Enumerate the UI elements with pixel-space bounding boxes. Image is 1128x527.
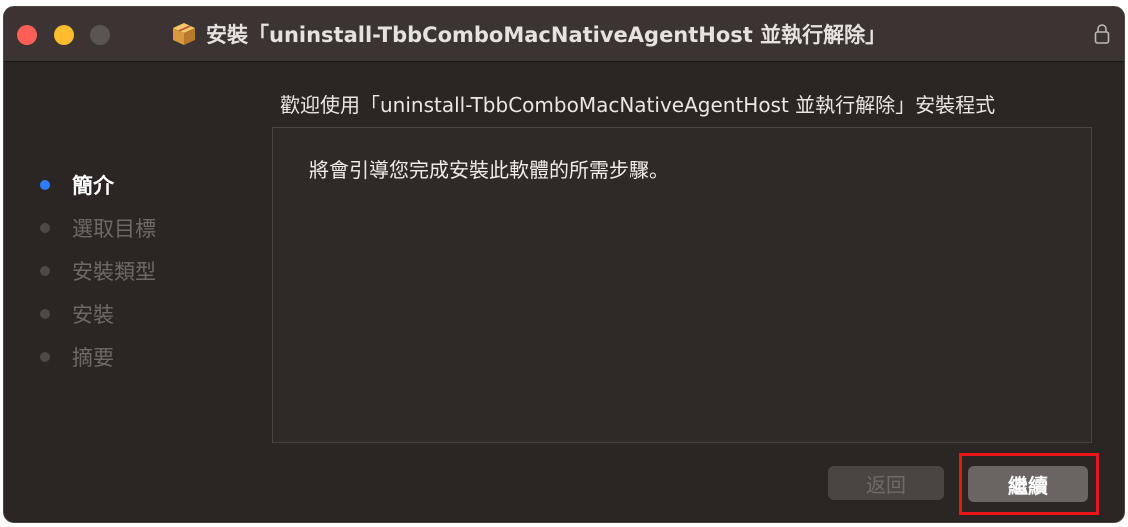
step-installation-type: 安裝類型: [40, 249, 156, 292]
title-bar: 安裝「uninstall-TbbComboMacNativeAgentHost …: [4, 7, 1124, 62]
window-title-group: 安裝「uninstall-TbbComboMacNativeAgentHost …: [170, 20, 886, 48]
step-label: 安裝: [72, 302, 114, 327]
step-indicator-dot: [40, 265, 50, 276]
welcome-heading: 歡迎使用「uninstall-TbbComboMacNativeAgentHos…: [280, 93, 996, 117]
package-icon: [173, 23, 195, 45]
step-label: 選取目標: [72, 216, 156, 241]
step-select-destination: 選取目標: [40, 206, 156, 249]
step-indicator-dot: [40, 179, 50, 190]
installer-window: 安裝「uninstall-TbbComboMacNativeAgentHost …: [3, 6, 1125, 523]
installer-steps: 簡介 選取目標 安裝類型 安裝 摘要: [40, 163, 156, 378]
zoom-window-button: [90, 25, 110, 45]
step-label: 簡介: [72, 173, 114, 198]
minimize-window-button[interactable]: [54, 25, 74, 45]
window-title: 安裝「uninstall-TbbComboMacNativeAgentHost …: [206, 23, 887, 47]
continue-button[interactable]: 繼續: [968, 466, 1088, 502]
content-panel: 將會引導您完成安裝此軟體的所需步驟。: [272, 127, 1092, 443]
close-window-button[interactable]: [17, 25, 37, 45]
step-label: 摘要: [72, 345, 114, 370]
step-introduction: 簡介: [40, 163, 156, 206]
step-install: 安裝: [40, 292, 156, 335]
step-label: 安裝類型: [72, 259, 156, 284]
step-indicator-dot: [40, 222, 50, 233]
step-indicator-dot: [40, 351, 50, 362]
intro-text: 將會引導您完成安裝此軟體的所需步驟。: [309, 158, 669, 182]
back-button[interactable]: 返回: [828, 466, 944, 500]
step-indicator-dot: [40, 308, 50, 319]
step-summary: 摘要: [40, 335, 156, 378]
lock-icon: [1094, 24, 1110, 44]
